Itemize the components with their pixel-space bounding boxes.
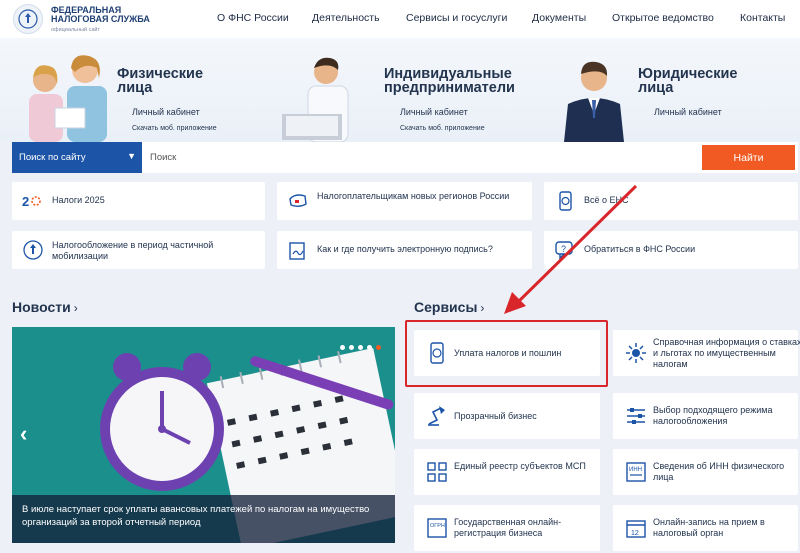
family-illustration <box>29 55 107 142</box>
nav-services[interactable]: Сервисы и госуслуги <box>406 12 507 24</box>
news-caption[interactable]: В июле наступает срок уплаты авансовых п… <box>12 495 395 543</box>
signature-icon <box>289 242 305 260</box>
nav-open-agency[interactable]: Открытое ведомство <box>612 12 714 24</box>
news-slider[interactable]: ‹ В июле наступает срок уплаты авансовых… <box>12 327 395 543</box>
logo-subtitle: официальный сайт <box>51 27 101 33</box>
quick-link-label: Налогообложение в период частичной мобил… <box>52 240 214 261</box>
search-bar: Поиск по сайту ▼ Найти <box>12 142 798 173</box>
calendar-icon: 12 <box>626 520 646 538</box>
nav-about[interactable]: О ФНС России <box>217 12 289 24</box>
chevron-right-icon: › <box>73 301 78 315</box>
entrepreneurs-app-link[interactable]: Скачать моб. приложение <box>400 125 485 132</box>
news-title-text: Новости <box>12 299 71 315</box>
slider-dot[interactable] <box>367 345 372 350</box>
service-label: Сведения об ИНН физического лица <box>653 461 785 482</box>
service-transparent-business[interactable]: Прозрачный бизнес <box>414 393 600 439</box>
russia-map-icon <box>289 194 307 207</box>
service-msp-registry[interactable]: Единый реестр субъектов МСП <box>414 449 600 495</box>
service-label: Государственная онлайн-регистрация бизне… <box>454 517 562 538</box>
reference-info-icon <box>626 343 646 363</box>
service-label: Онлайн-запись на прием в налоговый орган <box>653 517 765 538</box>
settings-sliders-icon <box>627 408 645 424</box>
svg-text:ОГРН: ОГРН <box>430 523 445 529</box>
service-property-tax-info[interactable]: Справочная информация о ставках и льгота… <box>613 330 800 376</box>
hero-banner: Физические лица Личный кабинет Скачать м… <box>0 38 800 142</box>
emblem-icon <box>23 240 43 260</box>
service-label: Выбор подходящего режима налогообложения <box>653 405 773 426</box>
quick-link-label: Налогоплательщикам новых регионов России <box>317 191 510 201</box>
nav-activity[interactable]: Деятельность <box>312 12 380 24</box>
businessman-illustration <box>564 61 624 142</box>
logo-title-line2: НАЛОГОВАЯ СЛУЖБА <box>51 14 150 24</box>
svg-text:ИНН: ИНН <box>629 467 642 473</box>
service-label: Прозрачный бизнес <box>454 411 537 421</box>
ogrn-doc-icon: ОГРН <box>427 518 447 538</box>
svg-text:2: 2 <box>22 194 29 209</box>
entrepreneur-illustration <box>282 57 349 142</box>
chevron-down-icon: ▼ <box>127 151 136 161</box>
entrepreneurs-cabinet-link[interactable]: Личный кабинет <box>400 107 468 117</box>
hero-entrepreneurs-title-line2: предприниматели <box>384 80 515 96</box>
service-online-appointment[interactable]: 12 Онлайн-запись на прием в налоговый ор… <box>613 505 798 551</box>
quick-link-taxes-2025[interactable]: 2 Налоги 2025 <box>12 182 265 220</box>
quick-link-label: Как и где получить электронную подпись? <box>317 244 493 254</box>
hero-legal-title[interactable]: Юридические лица <box>638 66 738 96</box>
slider-dots <box>340 345 381 350</box>
chevron-right-icon: › <box>480 301 485 315</box>
hero-legal-title-line1: Юридические <box>638 66 738 82</box>
hero-individuals-title[interactable]: Физические лица <box>117 66 204 96</box>
search-scope-label: Поиск по сайту <box>19 152 86 163</box>
fns-emblem-logo[interactable] <box>13 4 43 34</box>
slider-dot-active[interactable] <box>376 345 381 350</box>
highlight-box <box>405 320 608 387</box>
search-input[interactable] <box>150 149 690 166</box>
service-tax-regime-choice[interactable]: Выбор подходящего режима налогообложения <box>613 393 798 439</box>
hero-individuals-title-line1: Физические <box>117 66 204 82</box>
individuals-cabinet-link[interactable]: Личный кабинет <box>132 107 200 117</box>
slider-dot[interactable] <box>358 345 363 350</box>
hero-individuals-title-line2: лица <box>117 80 153 96</box>
chevron-left-icon[interactable]: ‹ <box>20 421 27 447</box>
lamp-icon <box>428 406 445 426</box>
nav-documents[interactable]: Документы <box>532 12 586 24</box>
site-header: ФЕДЕРАЛЬНАЯ НАЛОГОВАЯ СЛУЖБА официальный… <box>0 0 800 38</box>
services-section-title[interactable]: Сервисы › <box>414 299 484 315</box>
slider-dot[interactable] <box>340 345 345 350</box>
svg-text:12: 12 <box>631 530 639 537</box>
individuals-app-link[interactable]: Скачать моб. приложение <box>132 125 217 132</box>
service-label: Единый реестр субъектов МСП <box>454 461 586 471</box>
quick-link-label: Налоги 2025 <box>52 195 105 205</box>
annotation-arrow <box>504 184 638 314</box>
nav-contacts[interactable]: Контакты <box>740 12 785 24</box>
service-business-registration[interactable]: ОГРН Государственная онлайн-регистрация … <box>414 505 600 551</box>
inn-card-icon: ИНН <box>626 462 646 482</box>
hero-entrepreneurs-title[interactable]: Индивидуальные предприниматели <box>384 66 515 96</box>
legal-cabinet-link[interactable]: Личный кабинет <box>654 107 722 117</box>
slider-dot[interactable] <box>349 345 354 350</box>
quick-link-mobilization[interactable]: Налогообложение в период частичной мобил… <box>12 231 265 269</box>
taxes-2025-logo: 2 <box>22 194 41 209</box>
search-button[interactable]: Найти <box>702 145 795 170</box>
services-title-text: Сервисы <box>414 299 478 315</box>
hero-legal-title-line2: лица <box>638 80 674 96</box>
hero-entrepreneurs-title-line1: Индивидуальные <box>384 66 512 82</box>
service-label: Справочная информация о ставках и льгота… <box>653 337 800 369</box>
registry-icon <box>427 462 447 482</box>
search-scope-dropdown[interactable]: Поиск по сайту ▼ <box>12 142 142 173</box>
service-inn-info[interactable]: ИНН Сведения об ИНН физического лица <box>613 449 798 495</box>
news-section-title[interactable]: Новости › <box>12 299 78 315</box>
logo-title[interactable]: ФЕДЕРАЛЬНАЯ НАЛОГОВАЯ СЛУЖБА <box>51 6 150 24</box>
